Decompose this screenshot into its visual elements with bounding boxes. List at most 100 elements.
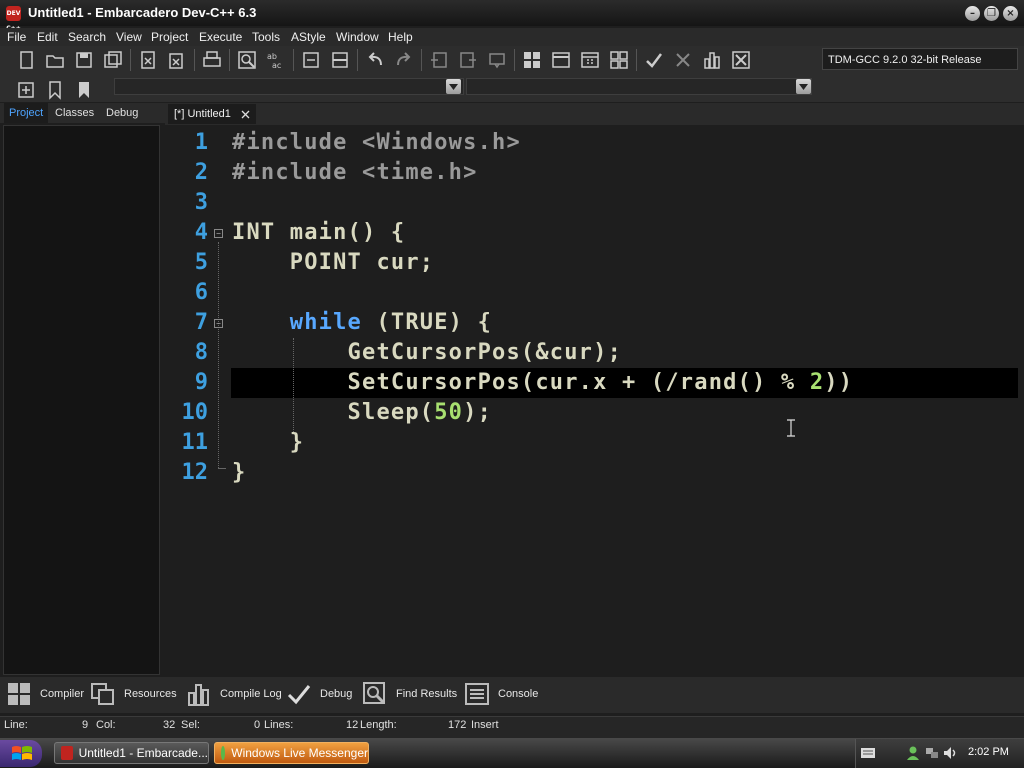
toggle-comment-button[interactable] [299, 48, 323, 72]
tab-compiler[interactable]: Compiler [6, 680, 84, 708]
code-line-current[interactable]: SetCursorPos(cur.x + (/rand() % 2)) [232, 368, 853, 398]
save-button[interactable] [72, 48, 96, 72]
fold-toggle-icon[interactable]: − [214, 229, 223, 238]
line-number: 7 [194, 310, 208, 335]
close-button[interactable]: × [1003, 6, 1018, 21]
toolbar-separator [194, 49, 195, 71]
resources-icon [91, 683, 114, 705]
maximize-button[interactable]: ❐ [984, 6, 999, 21]
menu-search[interactable]: Search [68, 30, 106, 44]
open-icon [46, 55, 64, 68]
messenger-icon [221, 746, 226, 760]
chart-icon [704, 52, 720, 69]
toolbar-separator [357, 49, 358, 71]
toolbar-separator [130, 49, 131, 71]
clock[interactable]: 2:02 PM [968, 746, 1009, 758]
save-all-icon [104, 51, 122, 68]
line-number: 2 [194, 160, 208, 185]
tab-project[interactable]: Project [4, 103, 49, 123]
compiler-select[interactable]: TDM-GCC 9.2.0 32-bit Release [822, 48, 1018, 70]
bookmark-button[interactable] [43, 78, 67, 102]
menu-edit[interactable]: Edit [37, 30, 58, 44]
indent-icon [431, 52, 447, 68]
line-number: 10 [181, 400, 209, 425]
redo-button[interactable] [392, 48, 416, 72]
layout-2-button[interactable] [549, 48, 573, 72]
check-button[interactable] [642, 48, 666, 72]
menu-astyle[interactable]: AStyle [291, 30, 326, 44]
fold-guide-end [218, 468, 226, 469]
code-line[interactable]: POINT cur; [232, 248, 434, 278]
code-line[interactable]: } [232, 458, 246, 488]
network-icon[interactable] [924, 745, 940, 761]
close-tab-icon[interactable] [241, 110, 250, 119]
svg-text:ac: ac [272, 61, 281, 70]
save-all-button[interactable] [101, 48, 125, 72]
layout-4-button[interactable] [607, 48, 631, 72]
tab-compile-log[interactable]: Compile Log [186, 680, 282, 708]
task-devcpp[interactable]: Untitled1 - Embarcade... [54, 742, 209, 764]
undo-button[interactable] [363, 48, 387, 72]
code-line[interactable]: #include <Windows.h> [232, 128, 521, 158]
task-messenger[interactable]: Windows Live Messenger [214, 742, 369, 764]
start-button[interactable] [0, 740, 42, 767]
unindent-button[interactable] [456, 48, 480, 72]
tab-resources[interactable]: Resources [90, 680, 177, 708]
toolbar-separator [293, 49, 294, 71]
chevron-down-icon[interactable] [796, 79, 811, 94]
code-line[interactable]: INT main() { [232, 218, 405, 248]
close-file-button[interactable] [136, 48, 160, 72]
tab-classes[interactable]: Classes [50, 103, 99, 123]
code-line[interactable]: } [232, 428, 304, 458]
tab-console[interactable]: Console [464, 680, 538, 708]
menu-project[interactable]: Project [151, 30, 188, 44]
find-icon [363, 682, 386, 705]
tab-find-results[interactable]: Find Results [362, 680, 457, 708]
chevron-down-icon[interactable] [446, 79, 461, 94]
minimize-button[interactable]: – [965, 6, 980, 21]
print-button[interactable] [200, 48, 224, 72]
tab-debug-output[interactable]: Debug [286, 680, 352, 708]
split-view-button[interactable] [328, 48, 352, 72]
close-all-button[interactable] [165, 48, 189, 72]
messenger-status-icon[interactable] [905, 745, 921, 761]
menu-file[interactable]: File [7, 30, 26, 44]
code-line[interactable]: GetCursorPos(&cur); [232, 338, 622, 368]
menu-window[interactable]: Window [336, 30, 379, 44]
tab-debug[interactable]: Debug [101, 103, 143, 123]
cross-button[interactable] [671, 48, 695, 72]
fold-toggle-icon[interactable]: − [214, 319, 223, 328]
tab-compiler-label: Compiler [40, 688, 85, 700]
fold-guide [218, 242, 220, 468]
code-line[interactable]: while (TRUE) { [232, 308, 492, 338]
menu-execute[interactable]: Execute [199, 30, 242, 44]
replace-button[interactable]: ab ac [264, 48, 288, 72]
print-icon [203, 51, 221, 67]
code-line[interactable]: #include <time.h> [232, 158, 478, 188]
keyboard-icon[interactable] [860, 745, 876, 761]
find-icon [238, 51, 256, 69]
menu-view[interactable]: View [116, 30, 142, 44]
goto-bookmark-button[interactable] [72, 78, 96, 102]
layout-3-button[interactable] [578, 48, 602, 72]
class-combo[interactable] [114, 78, 464, 95]
function-combo[interactable] [466, 78, 812, 95]
open-button[interactable] [43, 48, 67, 72]
code-line[interactable]: Sleep(50); [232, 398, 492, 428]
menu-help[interactable]: Help [388, 30, 413, 44]
toolbar-separator [421, 49, 422, 71]
project-tree[interactable] [3, 125, 160, 675]
indent-button[interactable] [427, 48, 451, 72]
layout-1-button[interactable] [520, 48, 544, 72]
tab-compile-log-label: Compile Log [220, 688, 282, 700]
new-file-button[interactable] [14, 48, 38, 72]
chart-button[interactable] [700, 48, 724, 72]
tab-console-label: Console [498, 688, 539, 700]
editor-tab-untitled1[interactable]: [*] Untitled1 [168, 104, 256, 124]
volume-icon[interactable] [942, 745, 958, 761]
compile-options-button[interactable] [485, 48, 509, 72]
delete-button[interactable] [729, 48, 753, 72]
menu-tools[interactable]: Tools [252, 30, 280, 44]
insert-button[interactable] [14, 78, 38, 102]
find-button[interactable] [235, 48, 259, 72]
